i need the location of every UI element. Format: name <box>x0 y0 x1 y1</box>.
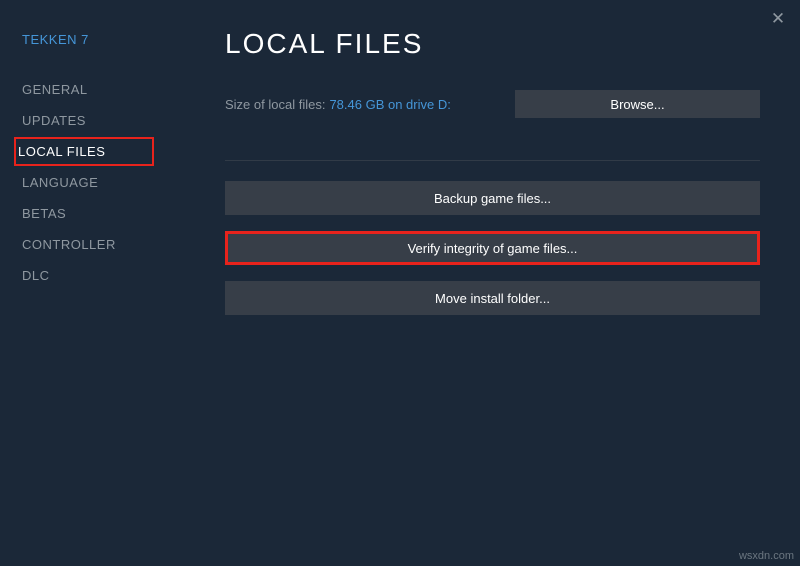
nav-dlc[interactable]: DLC <box>20 261 195 290</box>
main-panel: LOCAL FILES Size of local files: 78.46 G… <box>195 0 800 566</box>
nav-betas[interactable]: BETAS <box>20 199 195 228</box>
nav-general[interactable]: GENERAL <box>20 75 195 104</box>
size-label: Size of local files: <box>225 97 325 112</box>
size-row: Size of local files: 78.46 GB on drive D… <box>225 90 760 118</box>
size-value: 78.46 GB on drive D: <box>329 97 450 112</box>
nav-local-files[interactable]: LOCAL FILES <box>14 137 154 166</box>
page-title: LOCAL FILES <box>225 28 760 60</box>
verify-integrity-button[interactable]: Verify integrity of game files... <box>225 231 760 265</box>
watermark: wsxdn.com <box>739 550 794 562</box>
game-title: TEKKEN 7 <box>22 32 195 47</box>
move-folder-button[interactable]: Move install folder... <box>225 281 760 315</box>
browse-button[interactable]: Browse... <box>515 90 760 118</box>
properties-dialog: TEKKEN 7 GENERAL UPDATES LOCAL FILES LAN… <box>0 0 800 566</box>
backup-button[interactable]: Backup game files... <box>225 181 760 215</box>
nav-language[interactable]: LANGUAGE <box>20 168 195 197</box>
nav-updates[interactable]: UPDATES <box>20 106 195 135</box>
divider <box>225 160 760 161</box>
nav-controller[interactable]: CONTROLLER <box>20 230 195 259</box>
sidebar: TEKKEN 7 GENERAL UPDATES LOCAL FILES LAN… <box>0 0 195 566</box>
